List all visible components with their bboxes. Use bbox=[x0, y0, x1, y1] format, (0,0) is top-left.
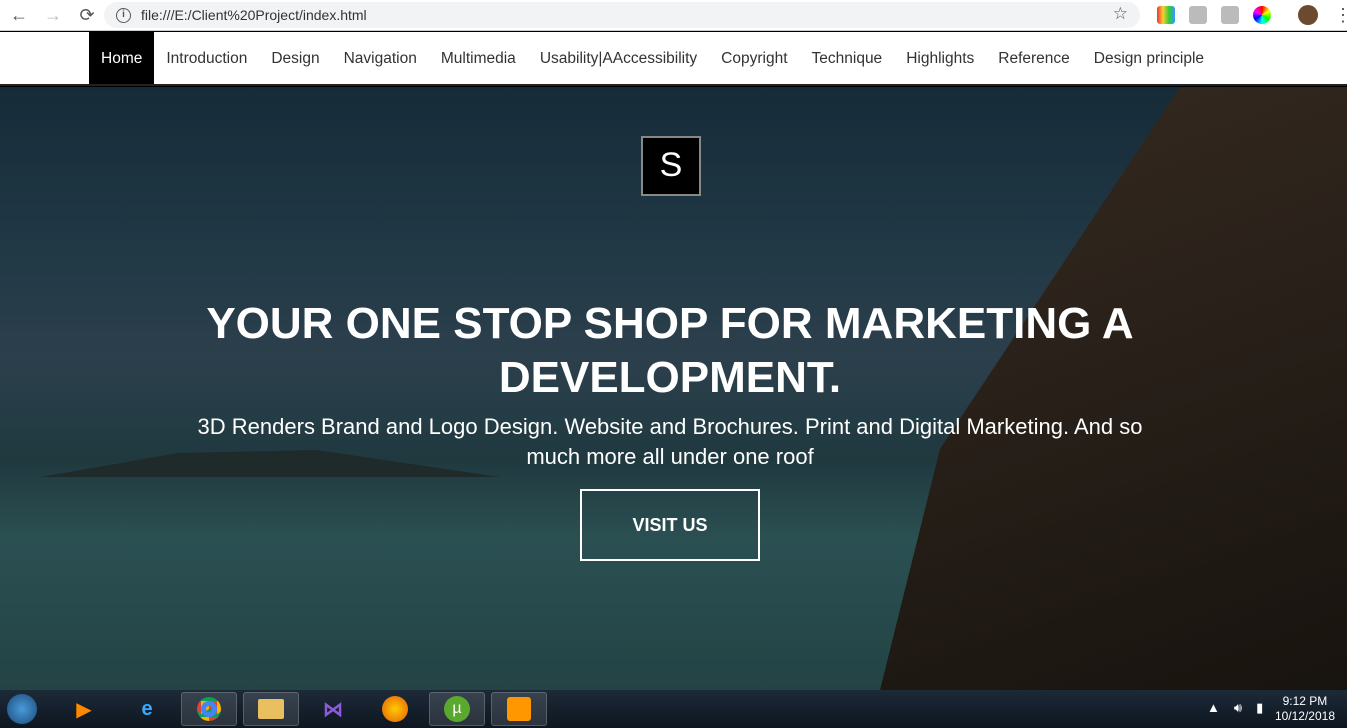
nav-multimedia[interactable]: Multimedia bbox=[429, 32, 528, 84]
chrome-taskbar-icon[interactable] bbox=[181, 692, 237, 726]
nav-introduction[interactable]: Introduction bbox=[154, 32, 259, 84]
start-button[interactable] bbox=[0, 692, 44, 726]
visual-studio-taskbar-icon[interactable]: ⋈ bbox=[305, 692, 361, 726]
windows-taskbar: ▶ e ⋈ µ 9:12 PM 10/12/2018 bbox=[0, 690, 1347, 728]
bookmark-star-icon[interactable]: ☆ bbox=[1113, 4, 1128, 24]
profile-avatar[interactable] bbox=[1298, 5, 1318, 25]
hero-headline: YOUR ONE STOP SHOP FOR MARKETING A DEVEL… bbox=[206, 299, 1134, 402]
firefox-taskbar-icon[interactable] bbox=[367, 692, 423, 726]
site-navigation: Home Introduction Design Navigation Mult… bbox=[0, 32, 1347, 86]
nav-design-principle[interactable]: Design principle bbox=[1082, 32, 1216, 84]
back-button[interactable]: ← bbox=[4, 5, 34, 26]
clock-date: 10/12/2018 bbox=[1274, 709, 1335, 723]
media-player-taskbar-icon[interactable]: ▶ bbox=[56, 692, 112, 726]
hero-subtitle: 3D Renders Brand and Logo Design. Websit… bbox=[197, 414, 1143, 469]
info-icon[interactable]: i bbox=[116, 7, 131, 23]
utorrent-taskbar-icon[interactable]: µ bbox=[429, 692, 485, 726]
cursor-extension-icon[interactable] bbox=[1221, 6, 1239, 24]
tv-extension-icon[interactable] bbox=[1157, 6, 1175, 24]
nav-design[interactable]: Design bbox=[259, 32, 331, 84]
nav-home[interactable]: Home bbox=[89, 32, 155, 84]
file-explorer-taskbar-icon[interactable] bbox=[243, 692, 299, 726]
system-clock[interactable]: 9:12 PM 10/12/2018 bbox=[1275, 694, 1335, 724]
nav-reference[interactable]: Reference bbox=[986, 32, 1082, 84]
internet-explorer-taskbar-icon[interactable]: e bbox=[119, 692, 175, 726]
address-bar[interactable]: i file:///E:/Client%20Project/index.html… bbox=[104, 2, 1140, 28]
clock-time: 9:12 PM bbox=[1282, 694, 1328, 708]
hero-section: S YOUR ONE STOP SHOP FOR MARKETING A DEV… bbox=[0, 87, 1347, 690]
visit-us-button[interactable]: VISIT US bbox=[580, 489, 760, 561]
nav-copyright[interactable]: Copyright bbox=[709, 32, 799, 84]
battery-icon[interactable]: ▮ bbox=[1256, 700, 1263, 716]
nav-technique[interactable]: Technique bbox=[800, 32, 895, 84]
forward-button[interactable]: → bbox=[38, 5, 68, 26]
nav-highlights[interactable]: Highlights bbox=[894, 32, 986, 84]
nav-usability-accessibility[interactable]: Usability|AAccessibility bbox=[528, 32, 709, 84]
nav-navigation[interactable]: Navigation bbox=[332, 32, 429, 84]
reload-button[interactable]: ⟳ bbox=[72, 5, 102, 26]
volume-icon[interactable]: 🔊︎ bbox=[1234, 700, 1242, 716]
show-hidden-icons-icon[interactable]: ▲ bbox=[1207, 700, 1220, 716]
chrome-menu-icon[interactable]: ⋮ bbox=[1334, 5, 1347, 26]
sublime-text-taskbar-icon[interactable] bbox=[491, 692, 547, 726]
search-extension-icon[interactable] bbox=[1189, 6, 1207, 24]
browser-toolbar: ← → ⟳ i file:///E:/Client%20Project/inde… bbox=[0, 0, 1347, 31]
system-tray: ▲ 🔊︎ ▮ bbox=[1207, 700, 1263, 716]
color-picker-extension-icon[interactable] bbox=[1253, 6, 1271, 24]
url-text: file:///E:/Client%20Project/index.html bbox=[141, 7, 367, 23]
site-logo[interactable]: S bbox=[641, 136, 701, 196]
